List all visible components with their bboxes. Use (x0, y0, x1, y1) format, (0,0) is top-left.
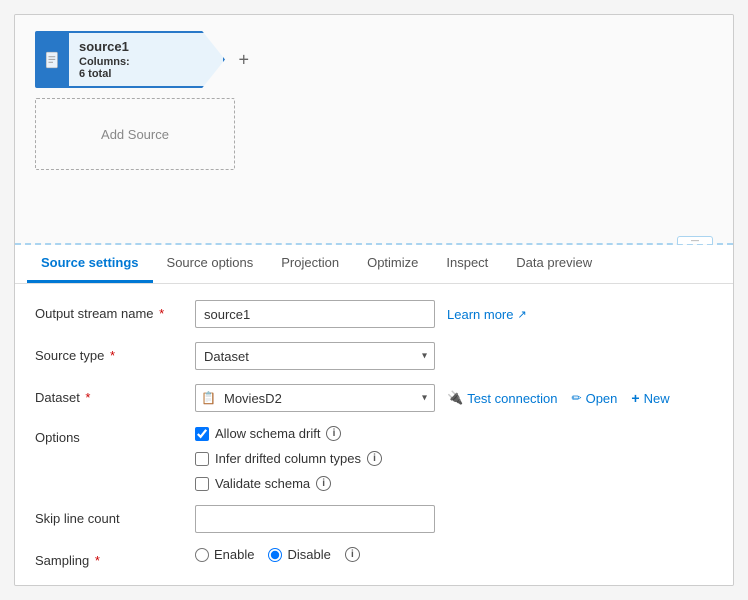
options-control: Allow schema drift i Infer drifted colum… (195, 426, 713, 491)
tab-inspect[interactable]: Inspect (432, 245, 502, 283)
source-file-icon (44, 51, 62, 69)
infer-drifted-row: Infer drifted column types i (195, 451, 382, 466)
plug-icon: 🔌 (447, 390, 463, 406)
source-type-select-wrapper: Dataset Inline ▾ (195, 342, 435, 370)
node-add-button[interactable]: + (238, 49, 249, 70)
source-type-select[interactable]: Dataset Inline (195, 342, 435, 370)
dataset-control: 📋 MoviesD2 ▾ 🔌 Test connection ✏ Open (195, 384, 713, 412)
options-col: Allow schema drift i Infer drifted colum… (195, 426, 382, 491)
canvas-area: source1 Columns: 6 total + Add Source (15, 15, 733, 245)
test-connection-link[interactable]: 🔌 Test connection (447, 390, 558, 406)
sampling-disable-radio[interactable] (268, 548, 282, 562)
sampling-radio-row: Enable Disable i (195, 547, 360, 562)
source-cols-value: 6 total (79, 68, 111, 80)
output-stream-name-row: Output stream name * Learn more ↗ (35, 300, 713, 328)
source-icon-bar (37, 33, 69, 86)
settings-area: Output stream name * Learn more ↗ Source… (15, 284, 733, 585)
allow-schema-drift-checkbox[interactable] (195, 427, 209, 441)
tab-data-preview[interactable]: Data preview (502, 245, 606, 283)
skip-line-count-input[interactable] (195, 505, 435, 533)
dataset-select-wrapper: 📋 MoviesD2 ▾ (195, 384, 435, 412)
source-type-row: Source type * Dataset Inline ▾ (35, 342, 713, 370)
source-node-inner: source1 Columns: 6 total (35, 31, 225, 88)
sampling-control: Enable Disable i (195, 547, 713, 562)
new-link[interactable]: + New (631, 390, 669, 406)
add-source-box[interactable]: Add Source (35, 98, 235, 170)
sampling-info-icon[interactable]: i (345, 547, 360, 562)
add-source-label: Add Source (101, 127, 169, 142)
validate-schema-label: Validate schema (215, 476, 310, 491)
infer-drifted-checkbox[interactable] (195, 452, 209, 466)
allow-schema-drift-info-icon[interactable]: i (326, 426, 341, 441)
tabs-bar: Source settings Source options Projectio… (15, 245, 733, 284)
source-info: source1 Columns: 6 total (69, 33, 223, 86)
learn-more-link[interactable]: Learn more ↗ (447, 307, 527, 322)
allow-schema-drift-label: Allow schema drift (215, 426, 320, 441)
pencil-icon: ✏ (572, 391, 582, 405)
source-name: source1 (79, 39, 199, 54)
external-link-icon: ↗ (517, 308, 526, 321)
skip-line-count-control (195, 505, 713, 533)
source-type-control: Dataset Inline ▾ (195, 342, 713, 370)
tab-source-settings[interactable]: Source settings (27, 245, 153, 283)
source-cols: Columns: 6 total (79, 56, 199, 80)
options-label: Options (35, 426, 195, 445)
output-stream-name-label: Output stream name * (35, 300, 195, 321)
tab-source-options[interactable]: Source options (153, 245, 268, 283)
validate-schema-info-icon[interactable]: i (316, 476, 331, 491)
dataset-action-links: 🔌 Test connection ✏ Open + New (447, 390, 670, 406)
sampling-row: Sampling * Enable Disable i (35, 547, 713, 575)
open-link[interactable]: ✏ Open (572, 391, 618, 406)
output-stream-name-control: Learn more ↗ (195, 300, 713, 328)
validate-schema-row: Validate schema i (195, 476, 382, 491)
allow-schema-drift-row: Allow schema drift i (195, 426, 382, 441)
dataset-row: Dataset * 📋 MoviesD2 ▾ 🔌 Test connection (35, 384, 713, 412)
sampling-label: Sampling * (35, 547, 195, 568)
validate-schema-checkbox[interactable] (195, 477, 209, 491)
source-type-label: Source type * (35, 342, 195, 363)
tab-projection[interactable]: Projection (267, 245, 353, 283)
collapse-handle[interactable] (677, 236, 713, 244)
source-cols-label: Columns: (79, 56, 130, 68)
sampling-disable-label[interactable]: Disable (268, 547, 330, 562)
output-stream-name-input[interactable] (195, 300, 435, 328)
source-node[interactable]: source1 Columns: 6 total + (35, 31, 245, 88)
skip-line-count-row: Skip line count (35, 505, 713, 533)
sampling-enable-radio[interactable] (195, 548, 209, 562)
sampling-enable-label[interactable]: Enable (195, 547, 254, 562)
infer-drifted-info-icon[interactable]: i (367, 451, 382, 466)
main-container: source1 Columns: 6 total + Add Source So… (14, 14, 734, 586)
dataset-select[interactable]: MoviesD2 (195, 384, 435, 412)
dataset-label: Dataset * (35, 384, 195, 405)
plus-icon: + (631, 390, 639, 406)
skip-line-count-label: Skip line count (35, 505, 195, 526)
tab-optimize[interactable]: Optimize (353, 245, 432, 283)
infer-drifted-label: Infer drifted column types (215, 451, 361, 466)
options-row: Options Allow schema drift i Infer drift… (35, 426, 713, 491)
